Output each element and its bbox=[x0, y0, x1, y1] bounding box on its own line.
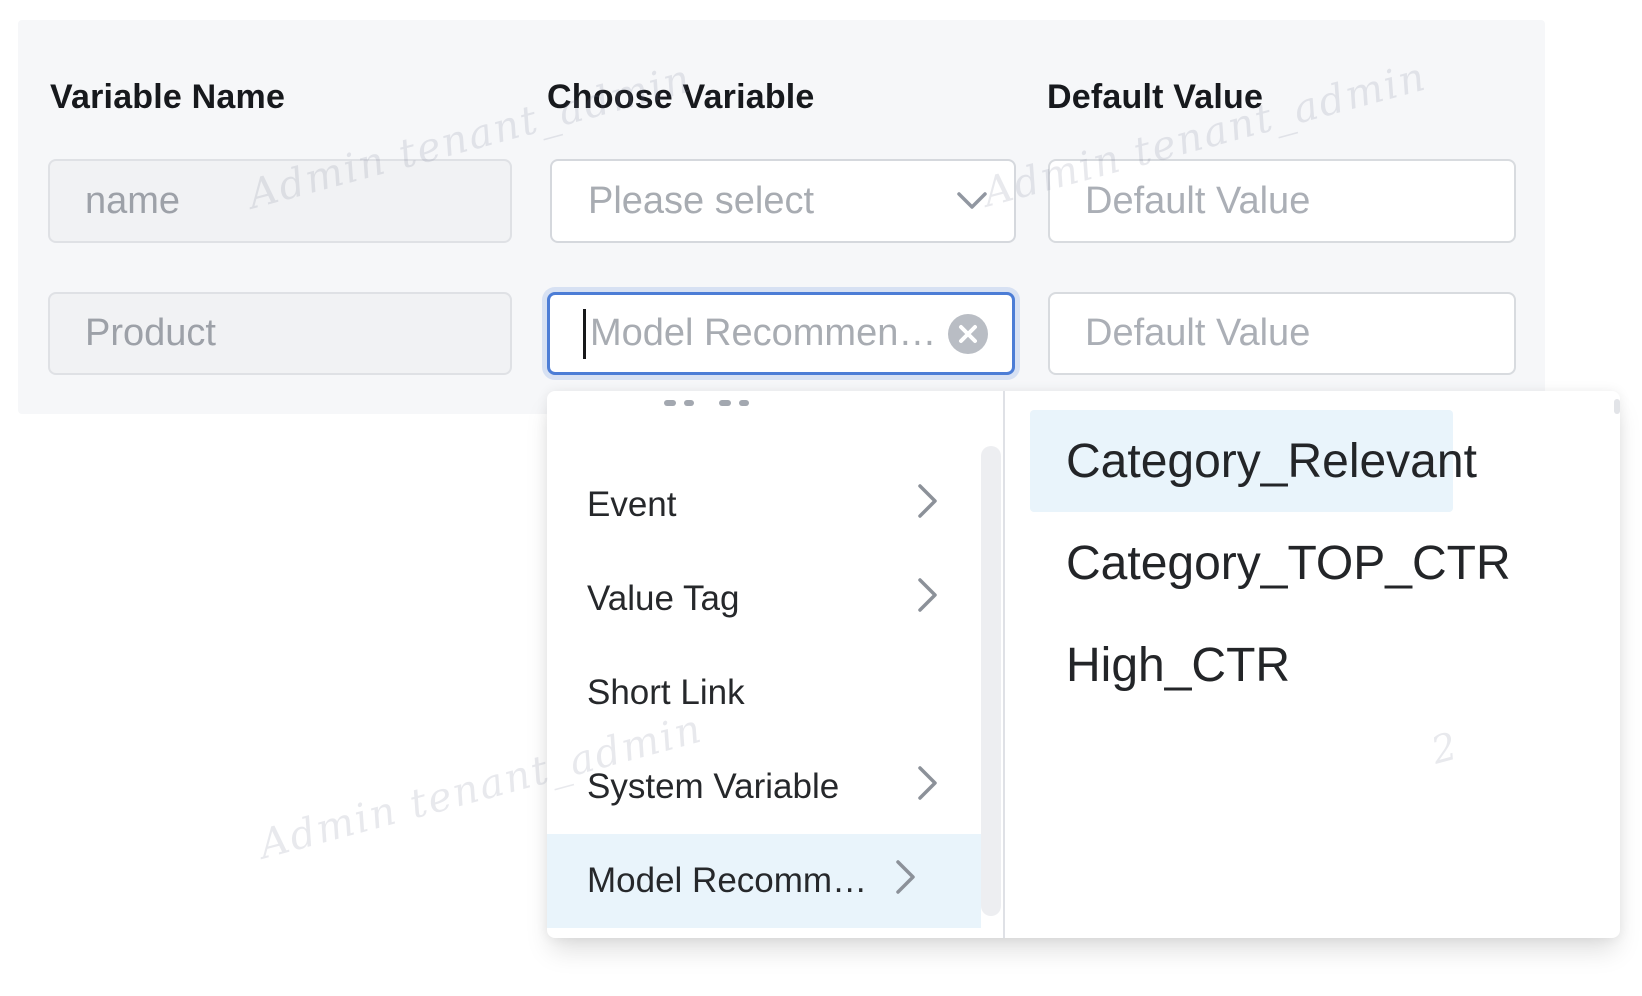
cascader-dropdown: Event Value Tag Short Link System Variab… bbox=[547, 391, 1620, 938]
submenu-item-label: High_CTR bbox=[1066, 638, 1290, 693]
menu-item-event[interactable]: Event bbox=[547, 458, 1003, 552]
choose-variable-select-row2[interactable]: Model Recommen… bbox=[547, 292, 1015, 375]
cascader-column-2: Category_Relevant Category_TOP_CTR High_… bbox=[1005, 410, 1620, 716]
menu-item-label: Model Recomm… bbox=[587, 861, 867, 901]
variable-name-label: Variable Name bbox=[50, 78, 285, 117]
clipped-text-fragment bbox=[664, 400, 676, 406]
menu-item-label: Event bbox=[587, 485, 677, 525]
submenu-item-label: Category_Relevant bbox=[1066, 434, 1477, 489]
choose-variable-label: Choose Variable bbox=[547, 78, 815, 117]
choose-variable-placeholder-row1: Please select bbox=[588, 180, 814, 223]
menu-item-label: Value Tag bbox=[587, 579, 739, 619]
chevron-right-icon bbox=[917, 765, 939, 810]
submenu-item-category-top-ctr[interactable]: Category_TOP_CTR bbox=[1030, 512, 1453, 614]
text-cursor bbox=[583, 309, 586, 359]
chevron-right-icon bbox=[917, 577, 939, 622]
choose-variable-value-row2: Model Recommen… bbox=[590, 312, 938, 355]
menu-item-label: Short Link bbox=[587, 673, 745, 713]
chevron-right-icon bbox=[895, 859, 917, 904]
column1-scrollbar-thumb[interactable] bbox=[981, 446, 1001, 916]
default-value-label: Default Value bbox=[1047, 78, 1263, 117]
submenu-item-high-ctr[interactable]: High_CTR bbox=[1030, 614, 1453, 716]
column2-scrollbar-thumb[interactable] bbox=[1614, 399, 1620, 414]
variable-name-input-row2[interactable] bbox=[48, 292, 512, 375]
menu-item-short-link[interactable]: Short Link bbox=[547, 646, 1003, 740]
chevron-right-icon bbox=[917, 483, 939, 528]
chevron-down-icon bbox=[956, 191, 988, 211]
clipped-text-fragment bbox=[719, 400, 731, 406]
menu-item-value-tag[interactable]: Value Tag bbox=[547, 552, 1003, 646]
clipped-menu-item[interactable] bbox=[547, 391, 1003, 458]
clipped-text-fragment bbox=[684, 400, 694, 406]
default-value-input-row2[interactable] bbox=[1048, 292, 1516, 375]
cascader-column-1: Event Value Tag Short Link System Variab… bbox=[547, 391, 1003, 938]
submenu-item-category-relevant[interactable]: Category_Relevant bbox=[1030, 410, 1453, 512]
default-value-input-row1[interactable] bbox=[1048, 159, 1516, 243]
clear-icon[interactable] bbox=[948, 314, 988, 354]
menu-item-system-variable[interactable]: System Variable bbox=[547, 740, 1003, 834]
menu-item-label: System Variable bbox=[587, 767, 839, 807]
screen: Variable Name Choose Variable Default Va… bbox=[0, 0, 1642, 996]
clipped-text-fragment bbox=[739, 400, 749, 406]
choose-variable-select-row1[interactable]: Please select bbox=[550, 159, 1016, 243]
submenu-item-label: Category_TOP_CTR bbox=[1066, 536, 1511, 591]
menu-item-model-recommend[interactable]: Model Recomm… bbox=[547, 834, 981, 928]
variable-name-input-row1[interactable] bbox=[48, 159, 512, 243]
